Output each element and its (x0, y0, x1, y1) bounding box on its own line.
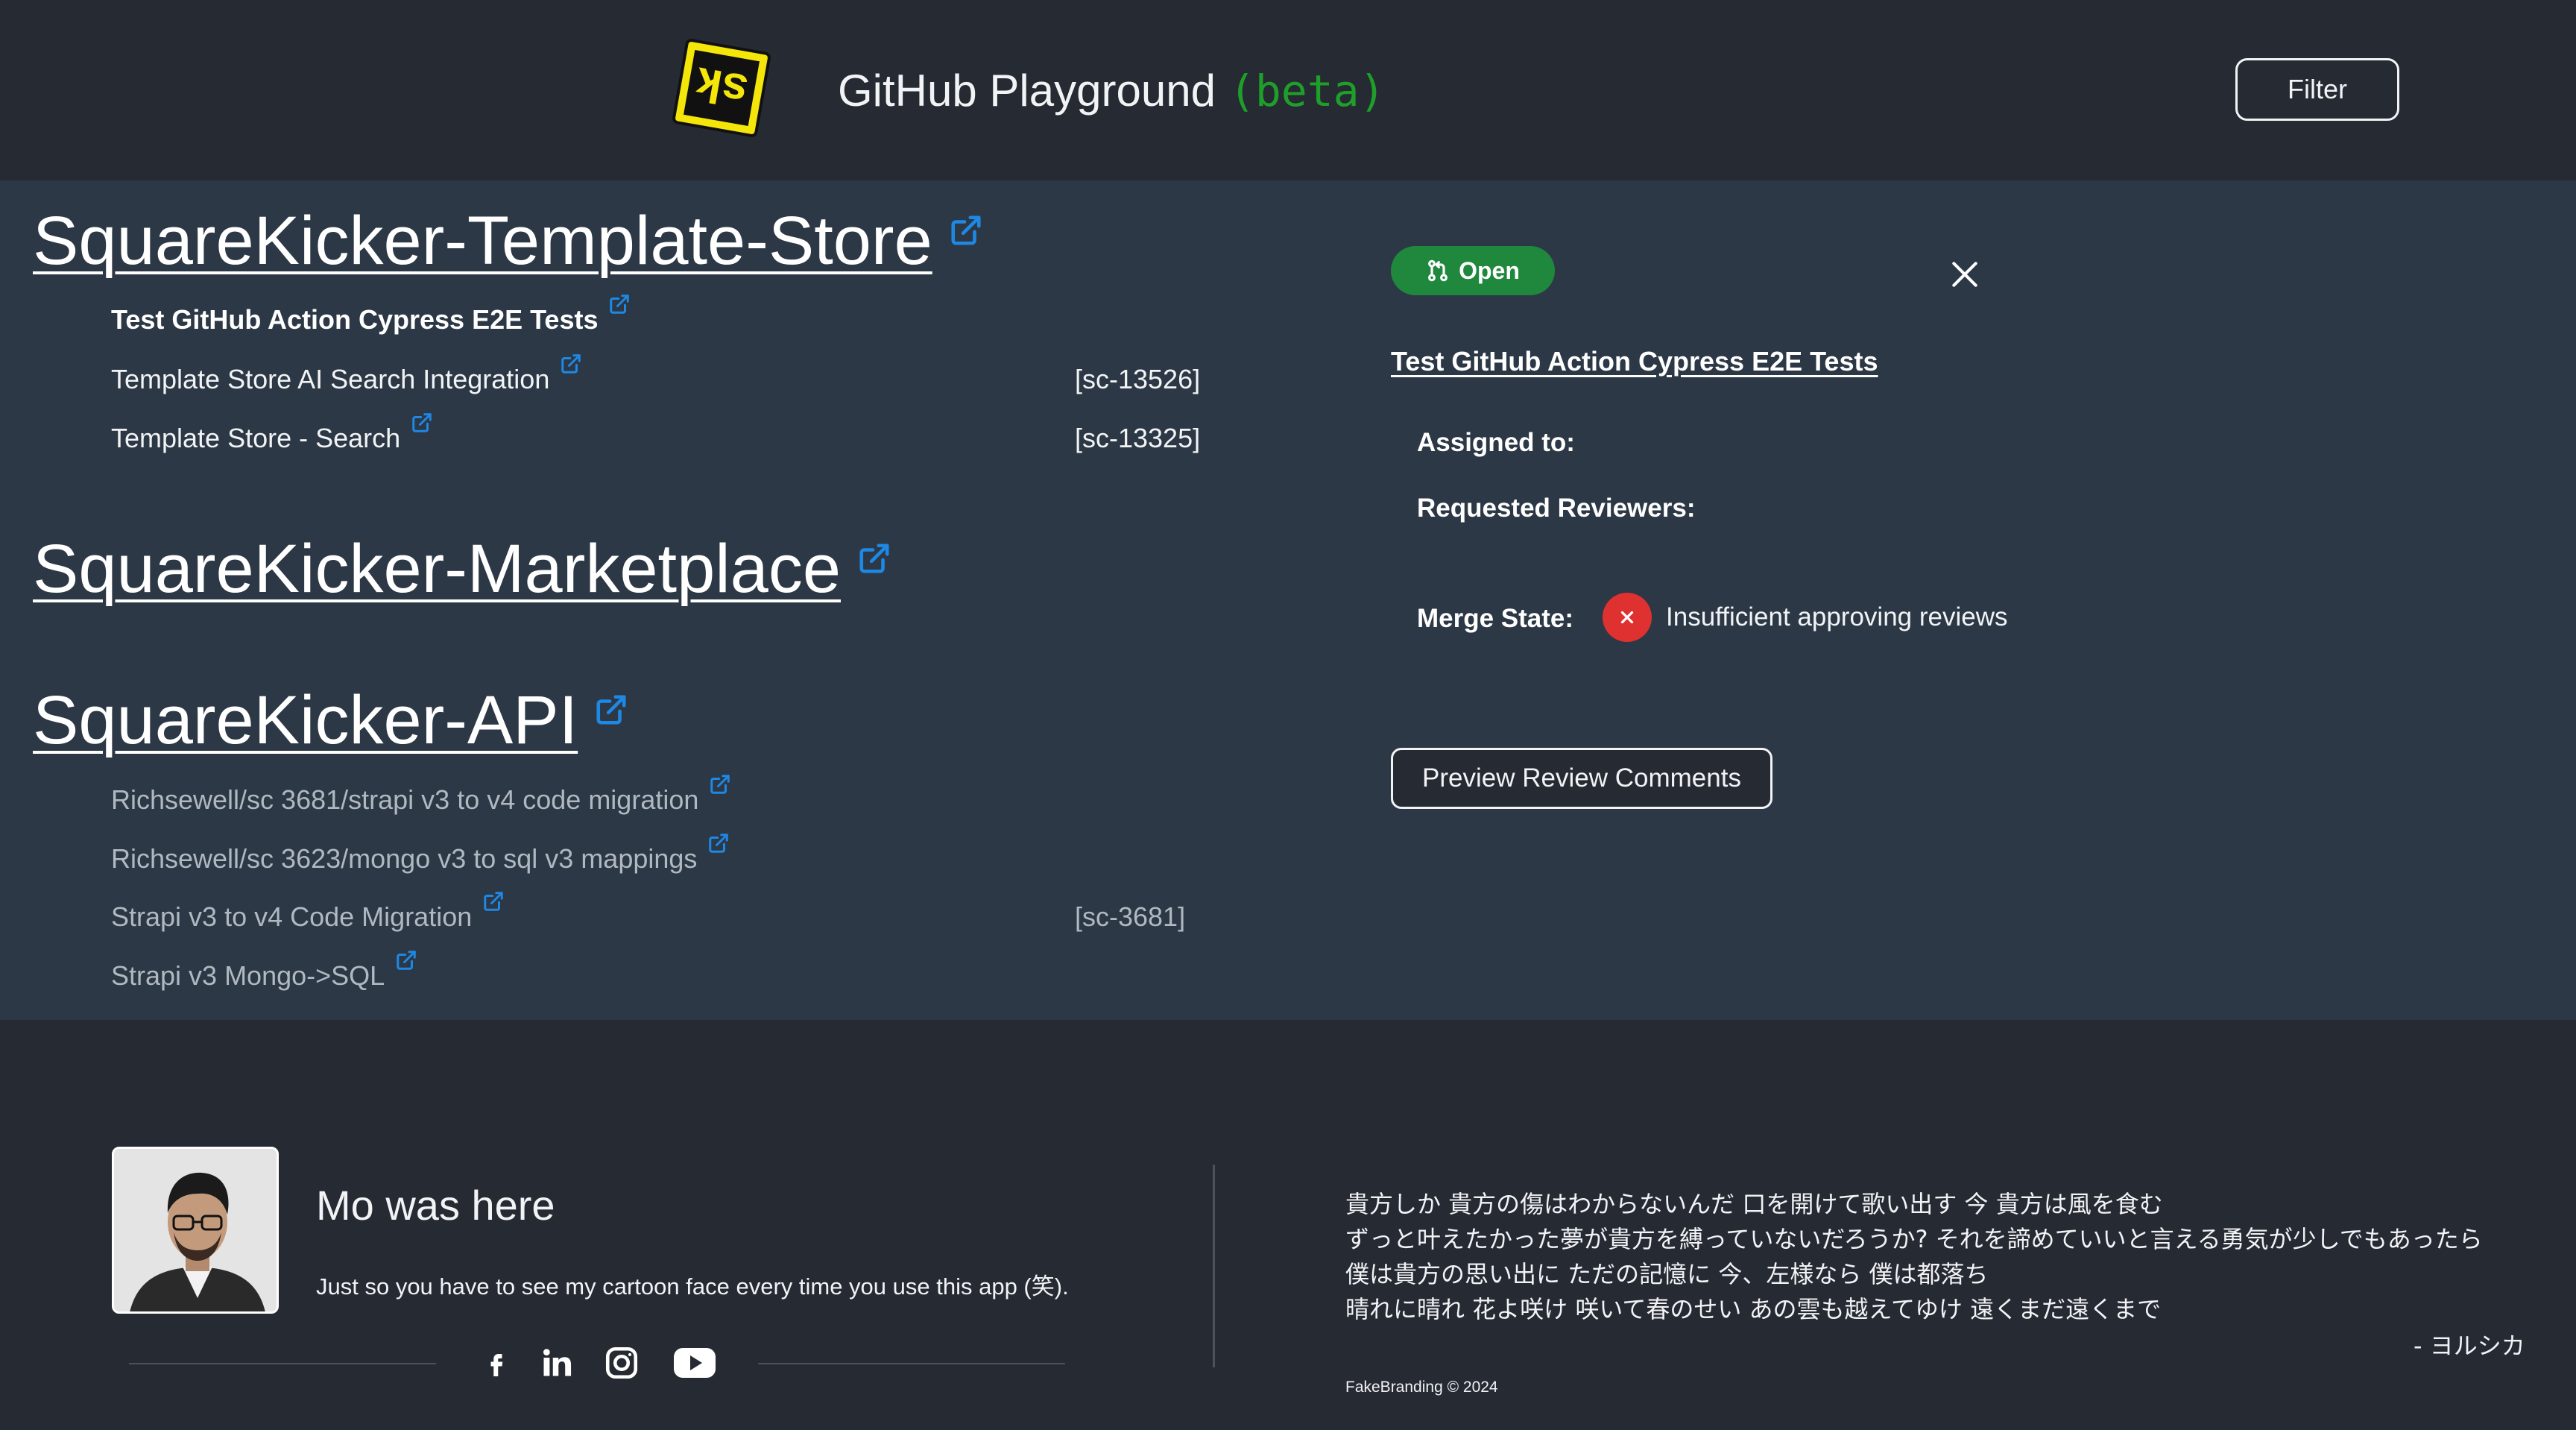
merge-state-value: Insufficient approving reviews (1666, 602, 2008, 631)
copyright: FakeBranding © 2024 (1345, 1379, 1498, 1396)
lyric-line: ずっと叶えたかった夢が貴方を縛っていないだろうか? それを諦めていいと言える勇気… (1345, 1225, 2483, 1253)
pr-item[interactable]: Strapi v3 Mongo->SQL (111, 951, 417, 992)
external-link-icon[interactable] (411, 412, 433, 434)
close-icon[interactable] (1948, 258, 1981, 291)
pr-item[interactable]: Template Store - Search (111, 413, 433, 455)
external-link-icon[interactable] (857, 541, 891, 576)
app-title: GitHub Playground (beta) (838, 66, 1386, 116)
pr-item[interactable]: Strapi v3 to v4 Code Migration (111, 892, 505, 933)
footer-divider (1213, 1165, 1215, 1367)
pr-item[interactable]: Richsewell/sc 3681/strapi v3 to v4 code … (111, 775, 731, 816)
app-header: sk GitHub Playground (beta) Filter (0, 0, 2576, 180)
repo-title[interactable]: SquareKicker-Marketplace (33, 528, 891, 610)
external-link-icon[interactable] (949, 213, 983, 248)
external-link-icon[interactable] (709, 773, 731, 796)
lyrics-block: 貴方しか 貴方の傷はわからないんだ 口を開けて歌い出す 今 貴方は風を食む ずっ… (1345, 1187, 2483, 1327)
merge-blocked-icon (1603, 593, 1652, 642)
pr-item[interactable]: Richsewell/sc 3623/mongo v3 to sql v3 ma… (111, 834, 730, 875)
pull-request-icon (1428, 259, 1448, 282)
ticket-id: [sc-13526] (1075, 364, 1201, 394)
status-label: Open (1459, 256, 1520, 284)
external-link-icon[interactable] (560, 353, 582, 375)
divider (129, 1363, 436, 1364)
footer-subtitle: Just so you have to see my cartoon face … (316, 1273, 1069, 1300)
svg-text:sk: sk (692, 57, 751, 116)
reviewers-label: Requested Reviewers: (1417, 494, 1696, 523)
divider (758, 1363, 1065, 1364)
merge-state-label: Merge State: (1417, 604, 1574, 633)
youtube-icon[interactable] (671, 1342, 719, 1384)
repo-title[interactable]: SquareKicker-API (33, 679, 628, 761)
repo-title[interactable]: SquareKicker-Template-Store (33, 200, 983, 282)
pr-item[interactable]: Template Store AI Search Integration (111, 354, 582, 396)
linkedin-icon[interactable] (534, 1342, 579, 1384)
lyric-line: 貴方しか 貴方の傷はわからないんだ 口を開けて歌い出す 今 貴方は風を食む (1345, 1190, 2163, 1218)
lyric-author: - ヨルシカ (2414, 1332, 2525, 1360)
external-link-icon[interactable] (594, 693, 628, 727)
beta-label: (beta) (1228, 66, 1386, 116)
external-link-icon[interactable] (608, 293, 631, 315)
assigned-label: Assigned to: (1417, 428, 1575, 457)
avatar (112, 1147, 279, 1314)
pr-item-selected[interactable]: Test GitHub Action Cypress E2E Tests (111, 294, 631, 336)
filter-button[interactable]: Filter (2235, 58, 2399, 121)
footer-title: Mo was here (316, 1182, 555, 1229)
pr-detail-title[interactable]: Test GitHub Action Cypress E2E Tests (1391, 346, 1878, 377)
preview-review-comments-button[interactable]: Preview Review Comments (1391, 748, 1772, 809)
external-link-icon[interactable] (482, 890, 505, 913)
facebook-icon[interactable] (474, 1342, 519, 1384)
pr-status-badge: Open (1391, 246, 1555, 295)
lyric-line: 僕は貴方の思い出に ただの記憶に 今、左様なら 僕は都落ち (1345, 1260, 1989, 1288)
lyric-line: 晴れに晴れ 花よ咲け 咲いて春のせい あの雲も越えてゆけ 遠くまだ遠くまで (1345, 1295, 2162, 1323)
instagram-icon[interactable] (599, 1342, 644, 1384)
ticket-id: [sc-3681] (1075, 901, 1186, 932)
app-logo[interactable]: sk (668, 34, 775, 142)
external-link-icon[interactable] (707, 832, 730, 854)
ticket-id: [sc-13325] (1075, 423, 1201, 453)
external-link-icon[interactable] (395, 949, 417, 971)
